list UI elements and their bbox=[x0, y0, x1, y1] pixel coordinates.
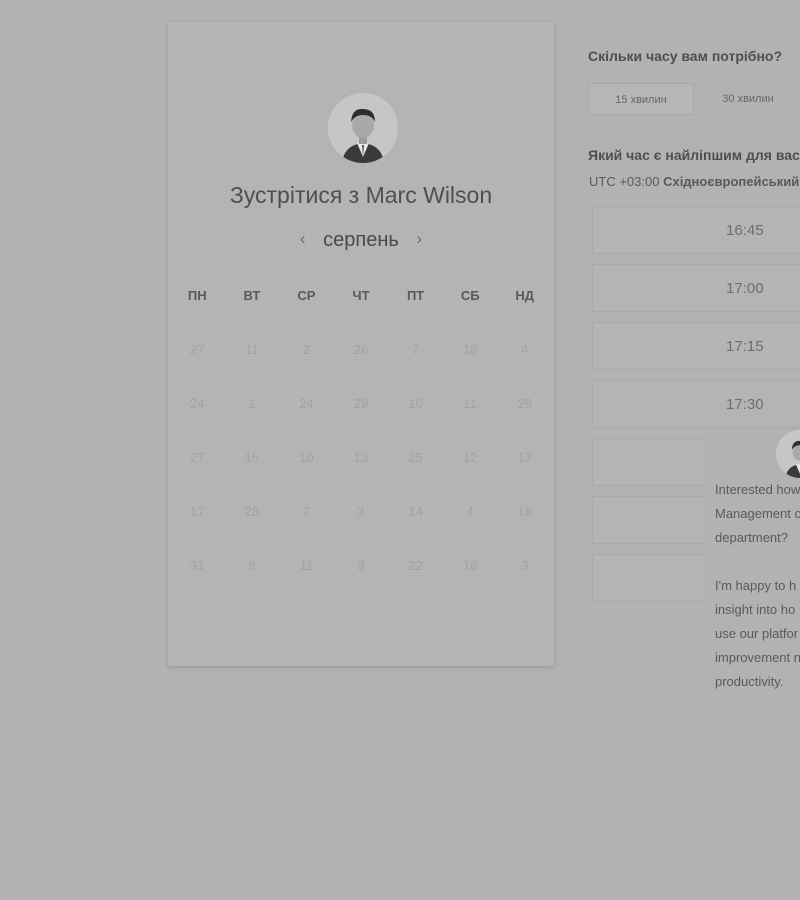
calendar-day: 22 bbox=[408, 558, 423, 573]
weekday-tue: ВТ bbox=[243, 288, 261, 303]
calendar-day: 8 bbox=[248, 558, 256, 573]
chevron-right-icon[interactable]: › bbox=[416, 229, 422, 249]
chat-avatar bbox=[776, 430, 800, 478]
calendar-day: 15 bbox=[244, 450, 260, 465]
calendar-day: 24 bbox=[299, 396, 314, 411]
calendar-day: 3 bbox=[357, 558, 365, 573]
calendar-day: 31 bbox=[190, 558, 205, 573]
calendar-day: 27 bbox=[190, 450, 205, 465]
chat-line: I'm happy to h bbox=[715, 578, 797, 593]
title-prefix: Зустрітися з bbox=[229, 182, 360, 208]
calendar-day: 29 bbox=[353, 396, 369, 411]
calendar-day: 11 bbox=[245, 342, 259, 357]
calendar-day: 26 bbox=[517, 396, 532, 411]
calendar-day: 18 bbox=[462, 342, 478, 357]
time-slot[interactable]: 17:15 bbox=[592, 322, 800, 370]
chat-popup[interactable]: Interested how Management c department? … bbox=[704, 430, 800, 720]
weekday-header: ПН ВТ СР ЧТ ПТ СБ НД bbox=[170, 288, 552, 303]
calendar-week: 27 11 2 26 7 18 4 bbox=[170, 341, 552, 395]
calendar-day: 26 bbox=[353, 342, 369, 357]
calendar-day: 25 bbox=[408, 450, 423, 465]
calendar-day: 4 bbox=[466, 504, 474, 519]
calendar-day: 7 bbox=[411, 342, 420, 357]
duration-option-15[interactable]: 15 хвилин bbox=[588, 83, 694, 115]
calendar-day: 16 bbox=[462, 558, 478, 573]
calendar-week: 27 15 10 13 25 12 17 bbox=[170, 449, 552, 503]
chat-line: Interested how bbox=[715, 482, 800, 497]
calendar-day: 11 bbox=[299, 558, 314, 573]
time-question: Який час є найліпшим для вас? bbox=[588, 147, 800, 163]
time-slot[interactable]: 17:00 bbox=[592, 264, 800, 312]
weekday-sat: СБ bbox=[460, 288, 480, 303]
calendar-day: 10 bbox=[408, 396, 423, 411]
calendar-week: 31 8 11 3 22 16 3 bbox=[170, 557, 552, 611]
calendar-grid: 27 11 2 26 7 18 4 24 1 24 29 10 11 26 27… bbox=[170, 341, 552, 611]
calendar-day: 27 bbox=[190, 342, 205, 357]
chat-line: department? bbox=[715, 530, 788, 545]
calendar-day: 16 bbox=[517, 504, 532, 519]
weekday-thu: ЧТ bbox=[352, 288, 370, 303]
calendar-day: 7 bbox=[302, 504, 311, 519]
month-navigation: ‹ серпень › bbox=[168, 229, 554, 252]
chat-message-1: Interested how Management c department? bbox=[715, 478, 800, 550]
chat-line: insight into ho bbox=[715, 602, 796, 617]
timezone-offset: UTC +03:00 bbox=[589, 174, 660, 189]
weekday-fri: ПТ bbox=[406, 288, 425, 303]
booking-card: Зустрітися з Marc Wilson ‹ серпень › ПН … bbox=[168, 22, 554, 666]
calendar-day: 28 bbox=[244, 504, 260, 519]
calendar-day: 12 bbox=[462, 450, 478, 465]
host-name: Marc Wilson bbox=[365, 182, 493, 208]
chevron-left-icon[interactable]: ‹ bbox=[300, 229, 306, 249]
chat-line: use our platfor bbox=[715, 626, 799, 641]
calendar-day: 4 bbox=[521, 342, 529, 357]
calendar-day: 10 bbox=[299, 450, 314, 465]
month-label: серпень bbox=[323, 229, 399, 251]
duration-question: Скільки часу вам потрібно? bbox=[588, 48, 783, 64]
chat-line: improvement n bbox=[715, 650, 800, 665]
calendar-day: 13 bbox=[353, 450, 369, 465]
time-slot[interactable]: 17:30 bbox=[592, 380, 800, 428]
duration-option-30[interactable]: 30 хвилин bbox=[698, 83, 798, 115]
calendar-week: 24 1 24 29 10 11 26 bbox=[170, 395, 552, 449]
timezone-name: Східноєвропейський час bbox=[663, 174, 800, 189]
host-avatar bbox=[328, 93, 398, 163]
calendar-day: 11 bbox=[463, 396, 477, 411]
timezone-label[interactable]: UTC +03:00 Східноєвропейський час bbox=[589, 174, 800, 189]
time-selection-panel: Скільки часу вам потрібно? 15 хвилин 30 … bbox=[588, 0, 800, 900]
time-slot[interactable]: 16:45 bbox=[592, 206, 800, 254]
calendar-day: 2 bbox=[302, 342, 311, 357]
chat-line: Management c bbox=[715, 506, 800, 521]
chat-message-2: I'm happy to h insight into ho use our p… bbox=[715, 574, 800, 694]
weekday-mon: ПН bbox=[187, 288, 207, 303]
calendar-day: 17 bbox=[517, 450, 532, 465]
calendar-day: 24 bbox=[190, 396, 205, 411]
weekday-wed: СР bbox=[297, 288, 316, 303]
calendar-day: 3 bbox=[357, 504, 365, 519]
calendar-day: 3 bbox=[521, 558, 529, 573]
calendar-day: 1 bbox=[248, 396, 256, 411]
weekday-sun: НД bbox=[515, 288, 535, 303]
chat-line: productivity. bbox=[715, 674, 784, 689]
booking-title: Зустрітися з Marc Wilson bbox=[168, 182, 554, 209]
calendar-day: 14 bbox=[408, 504, 423, 519]
calendar-week: 17 28 7 3 14 4 16 bbox=[170, 503, 552, 557]
calendar-day: 17 bbox=[190, 504, 205, 519]
